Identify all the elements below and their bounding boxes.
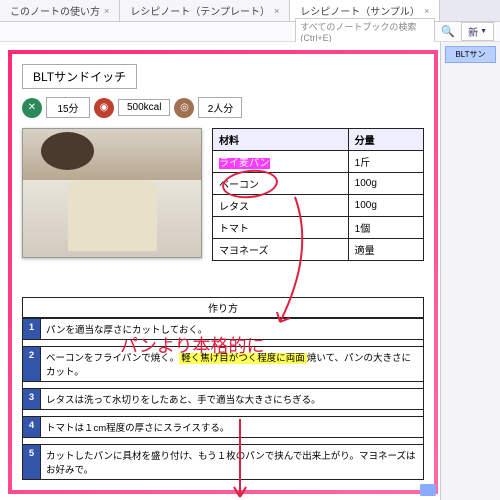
table-row: 2ベーコンをフライパンで焼く。軽く焦げ目がつく程度に両面焼いて、パンの大きさにカ…: [23, 347, 424, 382]
recipe-card: BLTサンドイッチ ✕ 15分 ◉ 500kcal ◎ 2人分 材料分量 ライ麦…: [8, 50, 438, 494]
close-icon[interactable]: ×: [424, 6, 429, 16]
servings-icon: ◎: [174, 98, 194, 118]
thumbnail-panel: BLTサン: [440, 42, 500, 500]
page-thumbnail[interactable]: BLTサン: [445, 46, 496, 63]
new-button[interactable]: 新▼: [461, 22, 494, 41]
recipe-photo: [22, 128, 202, 258]
servings-value: 2人分: [198, 97, 242, 118]
col-amount: 分量: [348, 129, 423, 151]
touchpad-icon[interactable]: [420, 484, 436, 496]
steps-table: 1パンを適当な厚さにカットしておく。 2ベーコンをフライパンで焼く。軽く焦げ目が…: [22, 318, 424, 480]
col-name: 材料: [213, 129, 349, 151]
table-row: ライ麦パン1斤: [213, 151, 424, 173]
ink-arrow: [275, 192, 325, 332]
close-icon[interactable]: ×: [104, 6, 109, 16]
clock-icon: ✕: [22, 98, 42, 118]
recipe-title[interactable]: BLTサンドイッチ: [22, 64, 137, 89]
calories-value: 500kcal: [118, 99, 170, 116]
table-row: 5カットしたパンに具材を盛り付け、もう１枚のパンで挟んで出来上がり。マヨネーズは…: [23, 445, 424, 480]
recipe-meta: ✕ 15分 ◉ 500kcal ◎ 2人分: [22, 97, 424, 118]
search-input[interactable]: すべてのノートブックの検索 (Ctrl+E): [295, 18, 435, 45]
close-icon[interactable]: ×: [274, 6, 279, 16]
search-icon[interactable]: 🔍: [441, 25, 455, 38]
tab-usage[interactable]: このノートの使い方×: [0, 0, 120, 21]
tab-template[interactable]: レシピノート（テンプレート）×: [120, 0, 290, 21]
ink-arrow: [225, 417, 255, 500]
steps-header: 作り方: [22, 297, 424, 318]
page-canvas: BLTサンドイッチ ✕ 15分 ◉ 500kcal ◎ 2人分 材料分量 ライ麦…: [0, 42, 440, 500]
toolbar: すべてのノートブックの検索 (Ctrl+E) 🔍 新▼: [0, 22, 500, 42]
time-value: 15分: [46, 97, 90, 118]
fire-icon: ◉: [94, 98, 114, 118]
table-row: 3レタスは洗って水切りをしたあと、手で適当な大きさにちぎる。: [23, 389, 424, 410]
table-row: 1パンを適当な厚さにカットしておく。: [23, 319, 424, 340]
table-row: 4トマトは１cm程度の厚さにスライスする。: [23, 417, 424, 438]
